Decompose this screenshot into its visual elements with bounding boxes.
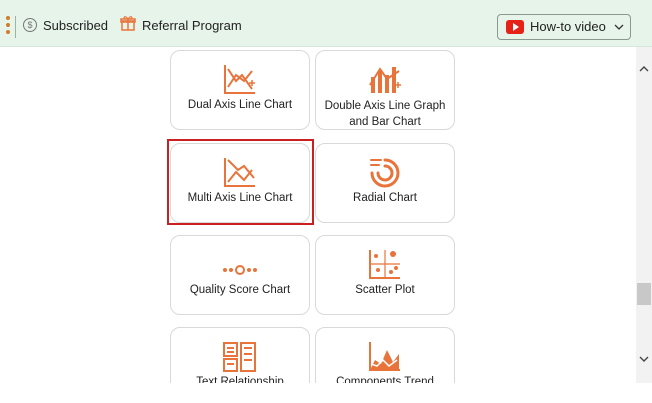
card-radial-chart[interactable]: Radial Chart: [315, 143, 455, 223]
card-scatter-plot[interactable]: Scatter Plot: [315, 235, 455, 315]
top-toolbar: $ Subscribed Referral Program How-to vid…: [0, 0, 652, 47]
selection-highlight: [167, 139, 314, 225]
scroll-down-icon[interactable]: [638, 353, 650, 365]
dual-axis-line-chart-icon: [224, 65, 255, 94]
card-label: Dual Axis Line Chart: [187, 99, 293, 111]
chevron-down-icon: [614, 24, 624, 30]
scrollbar-thumb[interactable]: [637, 283, 651, 305]
card-double-axis-line-graph-bar-chart[interactable]: Double Axis Line Graph and Bar Chart: [315, 50, 455, 130]
card-text-relationship[interactable]: Text Relationship: [170, 327, 310, 383]
quality-score-icon: [223, 265, 257, 275]
referral-program-link[interactable]: Referral Program: [142, 18, 242, 33]
double-axis-bar-line-icon: [369, 67, 401, 93]
scroll-up-icon[interactable]: [638, 63, 650, 75]
card-quality-score-chart[interactable]: Quality Score Chart: [170, 235, 310, 315]
card-label: Quality Score Chart: [189, 284, 291, 296]
card-components-trend[interactable]: Components Trend: [315, 327, 455, 383]
chart-gallery: Dual Axis Line Chart Double Axis Line Gr…: [0, 47, 636, 383]
how-to-video-label: How-to video: [530, 19, 606, 34]
vertical-scrollbar[interactable]: [636, 47, 652, 383]
scatter-plot-icon: [369, 250, 400, 279]
subscribed-label[interactable]: Subscribed: [43, 18, 108, 33]
card-label: Components Trend: [336, 376, 434, 383]
text-relationship-icon: [223, 342, 256, 372]
card-dual-axis-line-chart[interactable]: Dual Axis Line Chart: [170, 50, 310, 130]
how-to-video-dropdown[interactable]: How-to video: [497, 14, 631, 40]
youtube-icon: [506, 20, 524, 34]
components-trend-icon: [369, 342, 400, 371]
card-label: Scatter Plot: [355, 284, 415, 296]
gift-icon: [120, 16, 136, 31]
more-options-icon[interactable]: [6, 16, 10, 36]
divider: [15, 16, 16, 38]
card-label: Double Axis Line Graph and Bar Chart: [324, 100, 446, 128]
dollar-icon: $: [23, 18, 37, 32]
radial-chart-icon: [370, 158, 400, 188]
bottom-edge: [0, 383, 652, 403]
card-label: Text Relationship: [196, 376, 284, 383]
card-label: Radial Chart: [353, 192, 417, 204]
